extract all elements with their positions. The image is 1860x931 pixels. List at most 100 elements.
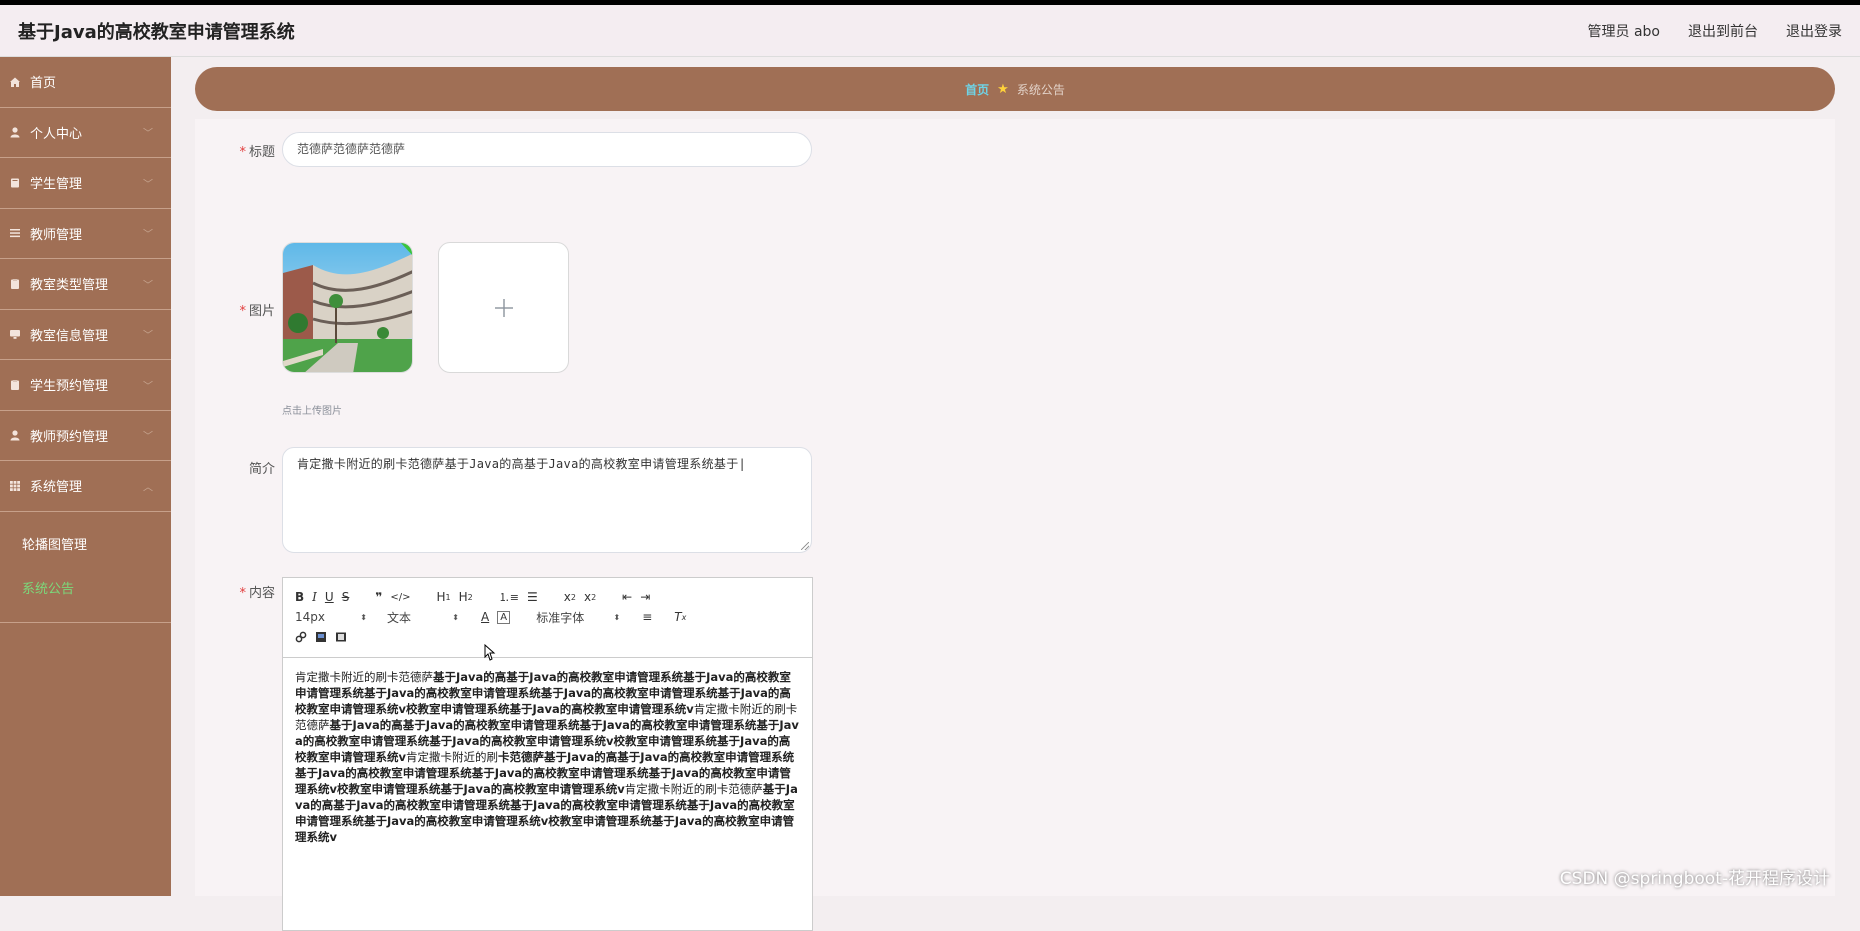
chevron-down-icon: ﹀ bbox=[143, 381, 153, 393]
logout-link[interactable]: 退出登录 bbox=[1786, 21, 1842, 41]
sidebar-item-home[interactable]: 首页 bbox=[0, 57, 171, 108]
sidebar: 首页 个人中心 ﹀ 学生管理 ﹀ 教师管理 ﹀ 教室类型管理 ﹀ 教室信息管理 … bbox=[0, 57, 171, 896]
star-icon: ★ bbox=[997, 81, 1009, 97]
font-color-icon[interactable]: A bbox=[481, 608, 489, 626]
chevron-up-icon: ︿ bbox=[143, 482, 153, 494]
title-input[interactable]: 范德萨范德萨范德萨 bbox=[282, 132, 812, 167]
sidebar-item-label: 教师预约管理 bbox=[30, 429, 109, 445]
sidebar-item-student-reservations[interactable]: 学生预约管理 ﹀ bbox=[0, 360, 171, 411]
font-size-select[interactable]: 14px ⬍ bbox=[295, 608, 367, 626]
video-icon[interactable] bbox=[335, 628, 347, 646]
heading-2-icon[interactable]: H2 bbox=[459, 588, 473, 606]
sidebar-item-students[interactable]: 学生管理 ﹀ bbox=[0, 158, 171, 209]
italic-icon[interactable]: I bbox=[312, 588, 317, 606]
chevron-down-icon: ﹀ bbox=[143, 431, 153, 443]
heading-1-icon[interactable]: H1 bbox=[437, 588, 451, 606]
image-icon[interactable] bbox=[315, 628, 327, 646]
code-block-icon[interactable]: </> bbox=[390, 588, 410, 606]
editor-toolbar: B I U S ❞ </> H1 H2 ⒈≡ ☰ x2 x2 ⇤ ⇥ 14px … bbox=[283, 578, 812, 658]
image-label: * 图片 bbox=[239, 304, 275, 319]
user-icon bbox=[8, 125, 22, 139]
sidebar-subitem-label: 轮播图管理 bbox=[22, 538, 88, 553]
upload-tip: 点击上传图片 bbox=[282, 406, 342, 417]
clipboard-icon bbox=[8, 277, 22, 291]
underline-icon[interactable]: U bbox=[325, 588, 334, 606]
chevron-down-icon: ﹀ bbox=[143, 229, 153, 241]
toolbar-row-3 bbox=[295, 628, 355, 646]
mouse-pointer-icon bbox=[482, 643, 496, 668]
sidebar-item-label: 教室信息管理 bbox=[30, 328, 109, 344]
link-icon[interactable] bbox=[295, 628, 307, 646]
announcement-form: * 标题 范德萨范德萨范德萨 * 图片 点击上传图片 简介 肯定撒卡附近的刷卡范… bbox=[195, 119, 1835, 931]
clear-format-icon[interactable]: Tx bbox=[674, 608, 686, 626]
resize-grip-icon[interactable] bbox=[801, 542, 809, 550]
strikethrough-icon[interactable]: S bbox=[342, 588, 350, 606]
uploaded-image-thumbnail[interactable] bbox=[282, 242, 413, 373]
sidebar-subitem-carousel[interactable]: 轮播图管理 bbox=[0, 522, 171, 566]
breadcrumb-home[interactable]: 首页 bbox=[965, 81, 989, 98]
sidebar-item-teacher-reservations[interactable]: 教师预约管理 ﹀ bbox=[0, 411, 171, 461]
clipboard-icon bbox=[8, 378, 22, 392]
align-icon[interactable]: ≡ bbox=[642, 608, 652, 626]
user-icon bbox=[8, 428, 22, 442]
sidebar-item-label: 教师管理 bbox=[30, 227, 83, 243]
sidebar-subitem-announcements[interactable]: 系统公告 bbox=[0, 566, 171, 610]
rich-text-editor: B I U S ❞ </> H1 H2 ⒈≡ ☰ x2 x2 ⇤ ⇥ 14px … bbox=[282, 577, 813, 931]
sidebar-item-teachers[interactable]: 教师管理 ﹀ bbox=[0, 209, 171, 259]
required-mark: * bbox=[239, 586, 246, 601]
watermark: CSDN @springboot-花开程序设计 bbox=[1559, 869, 1830, 889]
list-icon bbox=[8, 226, 22, 240]
app-title: 基于Java的高校教室申请管理系统 bbox=[18, 21, 295, 43]
main-content: 首页 ★ 系统公告 * 标题 范德萨范德萨范德萨 * 图片 点击上传图片 简介 … bbox=[171, 57, 1860, 931]
subscript-icon[interactable]: x2 bbox=[564, 588, 576, 606]
indent-icon[interactable]: ⇥ bbox=[640, 588, 650, 606]
sidebar-item-system[interactable]: 系统管理 ︿ bbox=[0, 461, 171, 512]
plus-icon bbox=[493, 289, 515, 327]
required-mark: * bbox=[239, 145, 246, 160]
chevron-down-icon: ﹀ bbox=[143, 179, 153, 191]
monitor-icon bbox=[8, 327, 22, 341]
background-color-icon[interactable]: A bbox=[497, 610, 511, 624]
book-icon bbox=[8, 176, 22, 190]
bold-icon[interactable]: B bbox=[295, 588, 304, 606]
content-label: * 内容 bbox=[239, 586, 275, 601]
updown-arrow-icon: ⬍ bbox=[613, 612, 621, 622]
sidebar-item-label: 系统管理 bbox=[30, 480, 83, 496]
campus-building-image bbox=[283, 243, 412, 372]
required-mark: * bbox=[239, 304, 246, 319]
summary-text: 肯定撒卡附近的刷卡范德萨基于Java的高基于Java的高校教室申请管理系统基于| bbox=[297, 457, 747, 471]
home-icon bbox=[8, 75, 22, 89]
toolbar-row-2: 14px ⬍ 文本 ⬍ A A 标准字体 ⬍ ≡ Tx bbox=[295, 608, 694, 626]
block-type-select[interactable]: 文本 ⬍ bbox=[387, 608, 459, 626]
bullet-list-icon[interactable]: ☰ bbox=[527, 588, 538, 606]
superscript-icon[interactable]: x2 bbox=[584, 588, 596, 606]
chevron-down-icon: ﹀ bbox=[143, 280, 153, 292]
top-header: 基于Java的高校教室申请管理系统 管理员 abo 退出到前台 退出登录 bbox=[0, 5, 1860, 57]
sidebar-item-label: 首页 bbox=[30, 76, 57, 92]
summary-label: 简介 bbox=[248, 462, 275, 477]
sidebar-item-label: 学生预约管理 bbox=[30, 379, 109, 395]
summary-textarea[interactable]: 肯定撒卡附近的刷卡范德萨基于Java的高基于Java的高校教室申请管理系统基于| bbox=[282, 447, 812, 553]
sidebar-item-profile[interactable]: 个人中心 ﹀ bbox=[0, 108, 171, 158]
sidebar-item-label: 学生管理 bbox=[30, 177, 83, 193]
font-family-select[interactable]: 标准字体 ⬍ bbox=[536, 608, 620, 626]
chevron-down-icon: ﹀ bbox=[143, 128, 153, 140]
sidebar-item-label: 教室类型管理 bbox=[30, 278, 109, 294]
updown-arrow-icon: ⬍ bbox=[452, 612, 459, 622]
blockquote-icon[interactable]: ❞ bbox=[375, 588, 382, 606]
system-submenu: 轮播图管理 系统公告 bbox=[0, 511, 171, 623]
editor-content-area[interactable]: 肯定撒卡附近的刷卡范德萨基于Java的高基于Java的高校教室申请管理系统基于J… bbox=[283, 658, 812, 856]
toolbar-row-1: B I U S ❞ </> H1 H2 ⒈≡ ☰ x2 x2 ⇤ ⇥ bbox=[295, 588, 658, 606]
updown-arrow-icon: ⬍ bbox=[360, 612, 367, 622]
current-user-label: 管理员 abo bbox=[1587, 23, 1660, 40]
outdent-icon[interactable]: ⇤ bbox=[622, 588, 632, 606]
back-to-front-link[interactable]: 退出到前台 bbox=[1688, 21, 1758, 41]
image-upload-button[interactable] bbox=[438, 242, 569, 373]
sidebar-item-label: 个人中心 bbox=[30, 126, 83, 142]
sidebar-item-classroom-info[interactable]: 教室信息管理 ﹀ bbox=[0, 310, 171, 360]
grid-icon bbox=[8, 479, 22, 493]
breadcrumb-current: 系统公告 bbox=[1016, 82, 1065, 97]
sidebar-subitem-label: 系统公告 bbox=[22, 582, 75, 597]
ordered-list-icon[interactable]: ⒈≡ bbox=[499, 588, 519, 606]
sidebar-item-classroom-types[interactable]: 教室类型管理 ﹀ bbox=[0, 259, 171, 310]
